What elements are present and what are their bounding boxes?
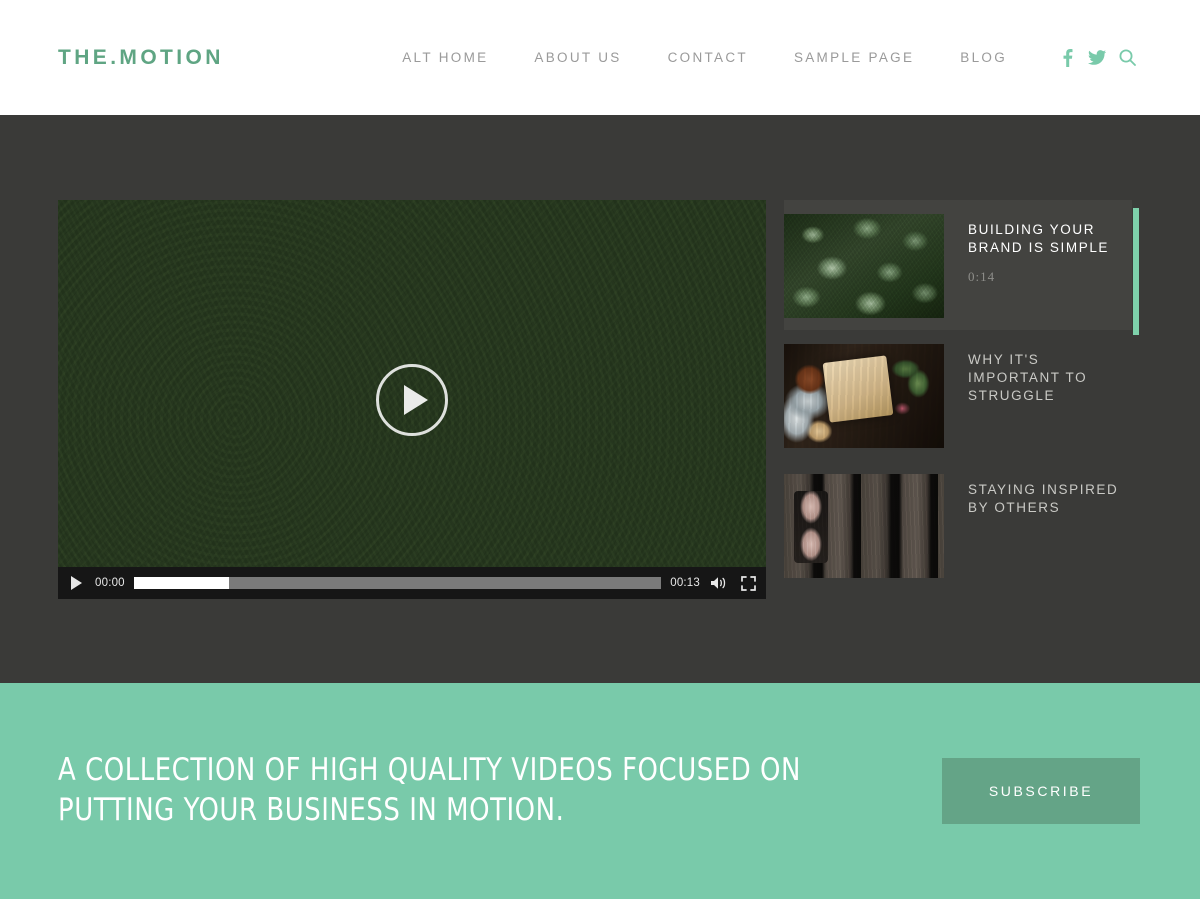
playlist-scrollbar[interactable] [1133, 204, 1139, 599]
nav-link-about-us[interactable]: ABOUT US [511, 50, 644, 65]
play-icon [70, 576, 82, 590]
fullscreen-icon[interactable] [738, 573, 758, 593]
playlist-title-2: WHY IT'S IMPORTANT TO STRUGGLE [968, 352, 1088, 403]
nav-list: ALT HOME ABOUT US CONTACT SAMPLE PAGE BL… [379, 50, 1030, 65]
playlist-item-3[interactable]: STAYING INSPIRED BY OTHERS [784, 460, 1132, 590]
subscribe-cta-section: A COLLECTION OF HIGH QUALITY VIDEOS FOCU… [0, 683, 1200, 899]
video-control-bar: 00:00 00:13 [58, 567, 766, 599]
nav-link-blog[interactable]: BLOG [937, 50, 1030, 65]
video-player[interactable]: 00:00 00:13 [58, 200, 766, 599]
playlist-title-1: BUILDING YOUR BRAND IS SIMPLE [968, 222, 1110, 255]
video-playlist: BUILDING YOUR BRAND IS SIMPLE 0:14 WHY I… [784, 200, 1142, 599]
search-icon[interactable] [1112, 45, 1142, 71]
nav-item-blog: BLOG [937, 50, 1030, 65]
cta-headline: A COLLECTION OF HIGH QUALITY VIDEOS FOCU… [58, 752, 801, 828]
nav-item-alt-home: ALT HOME [379, 50, 511, 65]
progress-fill [133, 577, 229, 589]
video-hero-section: 00:00 00:13 BUILDING YOUR BRAND IS SIMPL… [0, 115, 1200, 683]
playlist-title-3: STAYING INSPIRED BY OTHERS [968, 482, 1119, 515]
playlist-item-2[interactable]: WHY IT'S IMPORTANT TO STRUGGLE [784, 330, 1132, 460]
thumbnail-image-succulents [784, 214, 944, 318]
playlist-thumbnail-1 [784, 214, 944, 318]
nav-item-sample-page: SAMPLE PAGE [771, 50, 937, 65]
playlist-meta-2: WHY IT'S IMPORTANT TO STRUGGLE [944, 344, 1132, 417]
subscribe-button[interactable]: SUBSCRIBE [942, 758, 1140, 824]
page-bottom-spacer [0, 899, 1200, 921]
site-logo[interactable]: THE.MOTION [58, 46, 224, 70]
site-header: THE.MOTION ALT HOME ABOUT US CONTACT SAM… [0, 0, 1200, 115]
nav-link-sample-page[interactable]: SAMPLE PAGE [771, 50, 937, 65]
nav-item-contact: CONTACT [645, 50, 771, 65]
play-triangle-icon [403, 384, 428, 415]
progress-scrubber[interactable] [133, 577, 662, 589]
playlist-meta-3: STAYING INSPIRED BY OTHERS [944, 474, 1132, 529]
playlist-thumbnail-3 [784, 474, 944, 578]
playlist-duration-1: 0:14 [968, 269, 996, 284]
social-links [1052, 45, 1142, 71]
play-overlay-button[interactable] [376, 363, 448, 436]
duration-label: 00:13 [670, 577, 700, 589]
playlist-scroll-area: BUILDING YOUR BRAND IS SIMPLE 0:14 WHY I… [784, 200, 1132, 599]
playlist-scrollbar-thumb[interactable] [1133, 208, 1139, 335]
playlist-thumbnail-2 [784, 344, 944, 448]
nav-item-about-us: ABOUT US [511, 50, 644, 65]
thumbnail-image-flatlay [784, 344, 944, 448]
volume-icon[interactable] [709, 573, 729, 593]
playlist-meta-1: BUILDING YOUR BRAND IS SIMPLE 0:14 [944, 214, 1132, 285]
playlist-item-1[interactable]: BUILDING YOUR BRAND IS SIMPLE 0:14 [784, 200, 1132, 330]
nav-link-contact[interactable]: CONTACT [645, 50, 771, 65]
twitter-icon[interactable] [1082, 45, 1112, 71]
nav-link-alt-home[interactable]: ALT HOME [379, 50, 511, 65]
current-time-label: 00:00 [95, 577, 125, 589]
main-navigation: ALT HOME ABOUT US CONTACT SAMPLE PAGE BL… [379, 45, 1142, 71]
thumbnail-image-planks [784, 474, 944, 578]
play-button[interactable] [66, 573, 86, 593]
facebook-icon[interactable] [1052, 45, 1082, 71]
